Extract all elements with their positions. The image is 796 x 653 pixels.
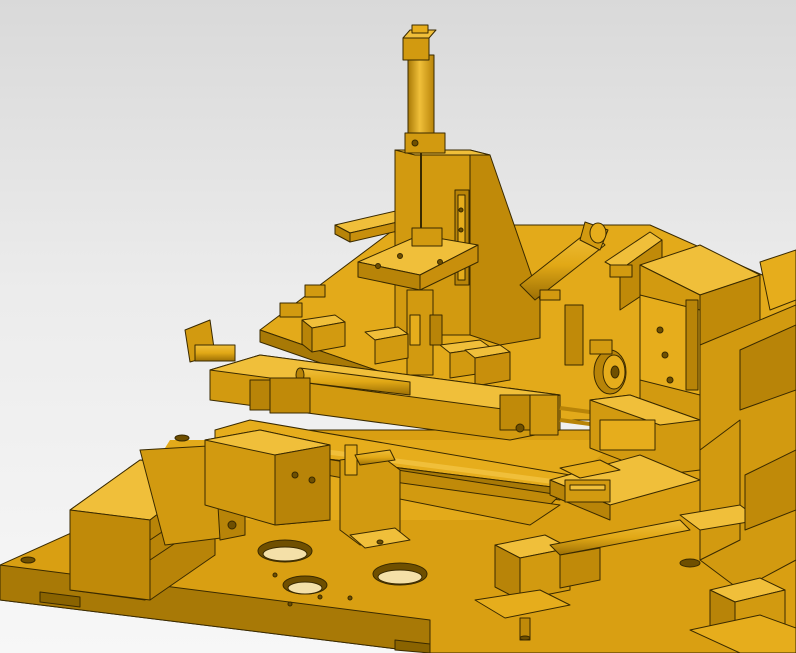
- vertical-slide-plate: [639, 294, 701, 396]
- cad-model-render: [0, 24, 796, 653]
- coupling-block: [204, 429, 331, 526]
- cad-viewport[interactable]: [0, 0, 796, 653]
